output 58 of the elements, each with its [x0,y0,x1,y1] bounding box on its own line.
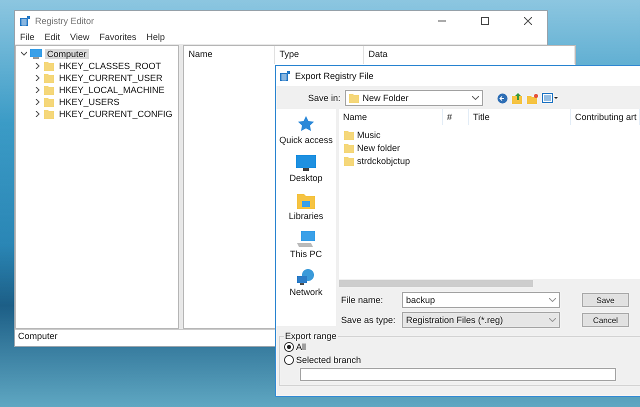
column-header[interactable]: Name [339,109,443,125]
place-item[interactable]: Libraries [286,191,326,223]
group-title: Export range [284,331,338,341]
field-label: File name: [340,295,384,305]
star-icon [297,115,315,133]
column-header[interactable]: Type [274,46,364,64]
new-folder-icon[interactable] [526,92,538,104]
folder-name[interactable]: New folder [357,143,400,153]
computer-icon [30,49,42,59]
monitor-icon [296,155,316,171]
save-in-label: Save in: [308,93,341,103]
caret-icon [549,318,556,322]
place-item[interactable]: Network [287,267,324,299]
caret-icon [472,96,479,100]
tree-item[interactable]: HKEY_CURRENT_USER [57,73,165,83]
folder-icon [348,93,359,103]
menu-item[interactable]: Favorites [99,32,136,42]
column-header[interactable]: Name [184,46,275,64]
place-item[interactable]: Desktop [287,153,325,185]
tree-item[interactable]: HKEY_LOCAL_MACHINE [57,85,167,95]
collapse-icon[interactable] [21,51,27,57]
radio-option[interactable]: Selected branch [284,355,638,365]
computer-icon [296,231,315,247]
column-header[interactable]: Data [364,46,575,64]
menu-item[interactable]: File [20,32,35,42]
save-button[interactable]: Save [582,293,629,307]
window-title: Registry Editor [35,16,96,26]
cancel-button[interactable]: Cancel [582,313,629,327]
save-in-dropdown[interactable]: New Folder [344,90,483,106]
column-header[interactable]: Title [469,109,571,125]
dialog-title: Export Registry File [295,71,375,81]
tree-item[interactable]: Computer [45,49,89,59]
file-type-dropdown[interactable]: Registration Files (*.reg) [402,312,560,328]
tree-item[interactable]: HKEY_CLASSES_ROOT [57,61,164,71]
close-icon [524,17,532,25]
field-label: Save as type: [340,315,397,325]
folder-name[interactable]: strdckobjctup [357,156,410,166]
up-folder-icon[interactable] [512,92,523,104]
branch-path-field[interactable] [300,368,616,381]
menu-item[interactable]: View [70,32,90,42]
menu-item[interactable]: Help [146,32,165,42]
place-item[interactable]: Quick access [277,113,335,147]
column-header[interactable]: # [443,109,469,125]
file-name-field[interactable]: backup [402,292,560,308]
registry-icon [280,71,290,81]
registry-icon [20,16,30,26]
globe-computer-icon [296,269,315,285]
back-icon[interactable] [496,92,508,104]
library-folder-icon [296,193,315,209]
maximize-icon [481,17,489,25]
folder-name[interactable]: Music [357,130,381,140]
caret-icon [549,298,556,302]
view-menu-icon[interactable] [542,93,558,103]
tree-item[interactable]: HKEY_USERS [57,97,122,107]
tree-item[interactable]: HKEY_CURRENT_CONFIG [57,109,175,119]
column-header[interactable]: Contributing art [571,109,640,125]
place-item[interactable]: This PC [288,229,324,261]
menu-item[interactable]: Edit [44,32,60,42]
